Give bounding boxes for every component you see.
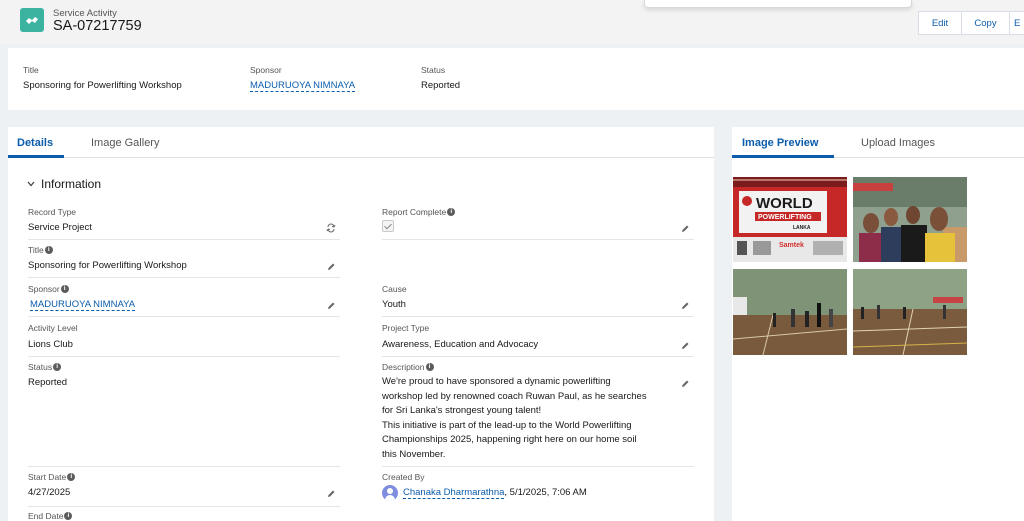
field-value: Sponsoring for Powerlifting Workshop [28, 260, 187, 271]
info-icon[interactable]: i [60, 285, 69, 293]
description-text: We're proud to have sponsored a dynamic … [382, 375, 672, 462]
field-end-date: End Date i [28, 511, 340, 521]
field-label: Title [28, 245, 44, 255]
highlight-status: Status Reported [421, 65, 460, 91]
tab-upload-images[interactable]: Upload Images [861, 137, 935, 149]
field-cause: Cause Youth [382, 284, 694, 317]
change-record-type-icon[interactable] [326, 223, 336, 233]
edit-pencil-icon[interactable] [326, 301, 336, 311]
field-report-complete: Report Complete i [382, 207, 694, 240]
field-label: Created By [382, 472, 425, 482]
highlight-sponsor: Sponsor MADURUOYA NIMNAYA [250, 65, 356, 92]
workshop-banner-image[interactable]: WORLD POWERLIFTING LANKA Samtek [733, 177, 847, 262]
field-value: 4/27/2025 [28, 487, 71, 498]
field-label: End Date [28, 511, 64, 521]
details-tabs: Details Image Gallery [8, 127, 714, 158]
sponsor-link[interactable]: MADURUOYA NIMNAYA [250, 80, 356, 92]
banner-powerlifting-text: POWERLIFTING [758, 214, 812, 221]
info-icon[interactable]: i [64, 512, 73, 520]
tab-image-gallery[interactable]: Image Gallery [91, 137, 159, 149]
active-tab-indicator [8, 155, 64, 158]
edit-pencil-icon[interactable] [326, 262, 336, 272]
description-line: for Sri Lanka's strongest young talent! [382, 405, 542, 416]
details-card: Details Image Gallery Information Record… [8, 127, 714, 521]
field-activity-level: Activity Level Lions Club [28, 323, 340, 357]
description-line: This initiative is part of the lead-up t… [382, 419, 632, 431]
description-line: Championships 2025, happening right here… [382, 434, 637, 445]
highlights-panel: Title Sponsoring for Powerlifting Worksh… [8, 48, 1024, 110]
preview-tabs: Image Preview Upload Images [732, 127, 1024, 158]
created-date: , 5/1/2025, 7:06 AM [504, 486, 587, 498]
banner-lanka-text: LANKA [793, 225, 811, 231]
field-start-date: Start Date i 4/27/2025 [28, 472, 340, 507]
description-line: We're proud to have sponsored a dynamic … [382, 376, 611, 387]
image-preview-card: Image Preview Upload Images WORLD POWERL… [732, 127, 1024, 521]
field-value: Service Project [28, 222, 92, 233]
field-label: Sponsor [28, 284, 60, 294]
banner-world-text: WORLD [756, 195, 813, 212]
highlight-label: Status [421, 65, 446, 75]
highlight-value: Sponsoring for Powerlifting Workshop [23, 80, 182, 91]
user-avatar [382, 485, 398, 501]
info-icon[interactable]: i [425, 363, 434, 371]
gym-hall-image[interactable] [853, 269, 967, 355]
edit-pencil-icon[interactable] [680, 224, 690, 234]
section-title: Information [41, 177, 102, 191]
more-button[interactable]: E [1010, 11, 1024, 35]
field-value: Awareness, Education and Advocacy [382, 339, 539, 350]
created-by-user-link[interactable]: Chanaka Dharmarathna [403, 486, 505, 499]
field-label: Project Type [382, 323, 430, 333]
field-label: Activity Level [28, 323, 78, 333]
highlight-value: Reported [421, 80, 461, 91]
gym-session-image[interactable] [733, 269, 847, 355]
service-activity-icon [20, 8, 44, 32]
highlight-label: Sponsor [250, 65, 282, 75]
chevron-down-icon [27, 181, 35, 187]
info-icon[interactable]: i [447, 208, 456, 216]
highlight-label: Title [23, 65, 39, 75]
field-value: Lions Club [28, 339, 73, 350]
field-created-by: Created By Chanaka Dharmarathna, 5/1/202… [382, 472, 694, 507]
field-label: Record Type [28, 207, 77, 217]
highlight-title: Title Sponsoring for Powerlifting Worksh… [23, 65, 182, 91]
field-label: Report Complete [382, 207, 447, 217]
record-name: SA-07217759 [53, 18, 142, 34]
field-sponsor: Sponsor i MADURUOYA NIMNAYA [28, 284, 340, 317]
info-icon[interactable]: i [44, 246, 53, 254]
field-value: Youth [382, 299, 406, 310]
field-record-type: Record Type Service Project [28, 207, 340, 240]
field-title: Title i Sponsoring for Powerlifting Works… [28, 245, 340, 278]
field-description: Description i We're proud to have sponsor… [382, 362, 694, 467]
edit-pencil-icon[interactable] [680, 379, 690, 389]
field-label: Start Date [28, 472, 67, 482]
edit-pencil-icon[interactable] [680, 301, 690, 311]
tab-details[interactable]: Details [17, 137, 53, 149]
sponsor-link[interactable]: MADURUOYA NIMNAYA [30, 299, 136, 311]
copy-button[interactable]: Copy [962, 11, 1010, 35]
information-section-header[interactable]: Information [27, 177, 101, 191]
action-buttons: Edit Copy E [918, 11, 1024, 35]
edit-button[interactable]: Edit [918, 11, 962, 35]
report-complete-checkbox[interactable] [382, 220, 394, 232]
field-status: Status i Reported [28, 362, 340, 467]
info-icon[interactable]: i [67, 473, 76, 481]
team-selfie-image[interactable] [853, 177, 967, 262]
popup-edge [644, 0, 912, 8]
field-label: Description [382, 362, 425, 372]
field-label: Cause [382, 284, 407, 294]
edit-pencil-icon[interactable] [326, 489, 336, 499]
description-line: workshop led by renowned coach Ruwan Pau… [382, 390, 647, 402]
info-icon[interactable]: i [53, 363, 62, 371]
active-tab-indicator [732, 155, 834, 158]
record-header: Service Activity SA-07217759 Edit Copy E [0, 0, 1024, 44]
edit-pencil-icon[interactable] [680, 341, 690, 351]
description-line: this November. [382, 448, 446, 460]
tab-image-preview[interactable]: Image Preview [742, 137, 818, 149]
banner-sponsor-text: Samtek [779, 242, 804, 249]
field-value: Reported [28, 377, 68, 388]
field-project-type: Project Type Awareness, Education and Ad… [382, 323, 694, 357]
field-label: Status [28, 362, 53, 372]
